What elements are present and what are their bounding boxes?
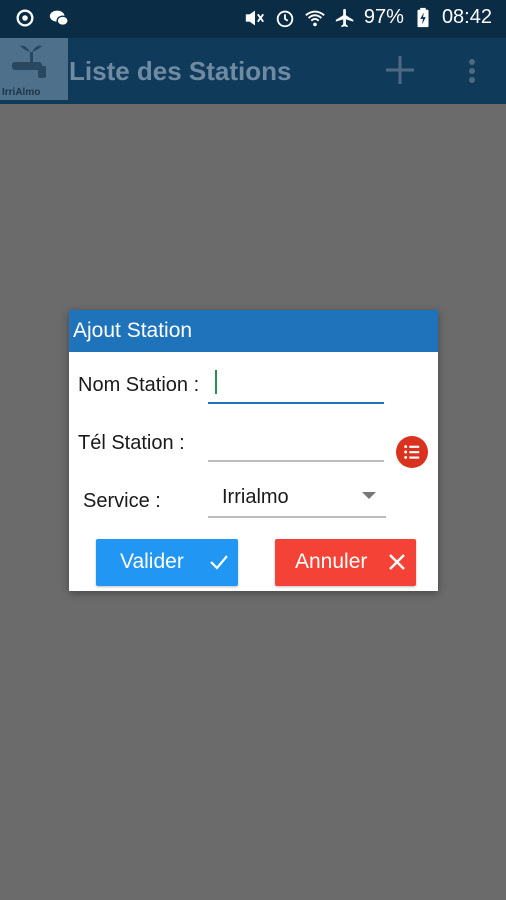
chat-icon: [48, 7, 70, 29]
airplane-icon: [334, 7, 356, 29]
annuler-label: Annuler: [295, 550, 368, 573]
annuler-button[interactable]: Annuler: [275, 539, 416, 586]
check-icon: [210, 555, 228, 570]
close-icon: [389, 554, 405, 570]
add-icon[interactable]: [380, 50, 420, 90]
contact-list-button[interactable]: [396, 436, 428, 468]
list-icon: [404, 445, 420, 459]
valider-button[interactable]: Valider: [96, 539, 238, 586]
wifi-icon: [304, 7, 326, 29]
page-title: Liste des Stations: [69, 56, 292, 86]
logo-text: IrriAlmo: [2, 87, 41, 98]
dropdown-arrow-icon: [362, 492, 376, 499]
sync-icon: [14, 7, 36, 29]
nom-station-row: Nom Station :: [69, 362, 438, 418]
clock: 08:42: [441, 6, 492, 28]
status-bar: 97% 08:42: [0, 0, 506, 38]
tel-station-row: Tél Station :: [69, 420, 438, 476]
alarm-icon: [274, 7, 296, 29]
valider-label: Valider: [120, 550, 184, 573]
app-bar: IrriAlmo Liste des Stations: [0, 38, 506, 104]
nom-station-input[interactable]: [208, 362, 384, 404]
app-logo: IrriAlmo: [0, 38, 68, 100]
service-label: Service :: [83, 490, 161, 512]
add-station-dialog: Ajout Station Nom Station : Tél Station …: [69, 310, 438, 591]
mute-icon: [244, 7, 266, 29]
service-select[interactable]: Irrialmo: [208, 478, 386, 518]
more-vert-icon[interactable]: [460, 54, 484, 88]
service-selected-value: Irrialmo: [222, 486, 289, 508]
faucet-icon: [12, 45, 46, 78]
tel-station-input[interactable]: [208, 420, 384, 462]
nom-station-label: Nom Station :: [78, 374, 200, 396]
service-row: Service : Irrialmo: [69, 478, 438, 534]
battery-icon: [412, 7, 434, 29]
dialog-title: Ajout Station: [69, 310, 438, 352]
text-cursor: [215, 370, 217, 394]
tel-station-label: Tél Station :: [78, 432, 185, 454]
battery-percent: 97%: [363, 6, 404, 28]
